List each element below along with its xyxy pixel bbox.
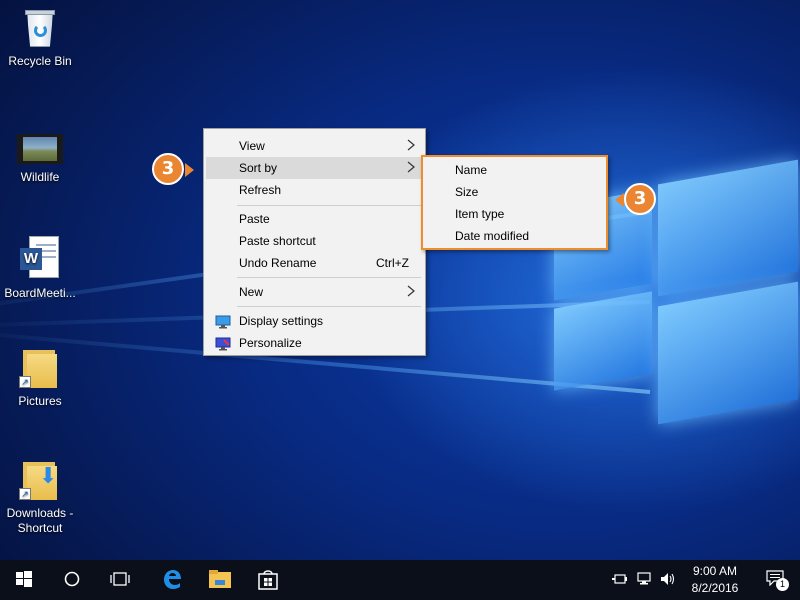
menu-item-paste-shortcut[interactable]: Paste shortcut — [206, 230, 423, 252]
menu-item-label: New — [239, 285, 264, 299]
menu-item-sort-by[interactable]: Sort by — [206, 157, 423, 179]
menu-item-label: Undo Rename — [239, 256, 317, 270]
start-icon — [16, 570, 32, 590]
menu-item-label: Personalize — [239, 336, 302, 350]
menu-separator — [237, 277, 421, 278]
search-button[interactable] — [48, 560, 96, 600]
menu-item-label: Paste shortcut — [239, 234, 316, 248]
step-callout-right: 3 — [614, 183, 658, 217]
desktop-icon-pictures[interactable]: ↗ Pictures — [0, 348, 80, 409]
menu-item-display-settings[interactable]: Display settings — [206, 310, 423, 332]
callout-pointer — [615, 193, 624, 207]
desktop-icon-wildlife[interactable]: Wildlife — [0, 134, 80, 185]
sort-by-submenu: Name Size Item type Date modified — [421, 155, 608, 250]
desktop-icon-label: Shortcut — [17, 521, 63, 535]
file-explorer-icon — [208, 569, 232, 592]
volume-icon[interactable] — [660, 572, 676, 589]
keyboard-shortcut-text: Ctrl+Z — [376, 256, 409, 270]
menu-item-refresh[interactable]: Refresh — [206, 179, 423, 201]
desktop-icon-label: Wildlife — [20, 170, 60, 184]
network-icon[interactable] — [636, 571, 652, 589]
folder-shortcut-icon: ↗ — [19, 348, 61, 388]
shortcut-arrow-icon: ↗ — [19, 376, 31, 388]
desktop-icon-label: BoardMeeti... — [4, 286, 76, 300]
submenu-item-date-modified[interactable]: Date modified — [455, 225, 529, 247]
menu-item-paste[interactable]: Paste — [206, 208, 423, 230]
notification-icon: 1 — [766, 570, 789, 591]
task-view-icon — [110, 571, 130, 590]
task-view-button[interactable] — [96, 560, 144, 600]
video-file-icon — [17, 134, 63, 164]
step-number-badge: 3 — [152, 153, 184, 185]
menu-separator — [237, 205, 421, 206]
word-document-icon: W — [20, 236, 60, 280]
menu-separator — [237, 306, 421, 307]
search-circle-icon — [64, 571, 80, 590]
power-plug-icon[interactable] — [612, 573, 628, 588]
submenu-item-name[interactable]: Name — [455, 159, 487, 181]
downloads-shortcut-icon: ⬇ ↗ — [19, 460, 61, 500]
submenu-item-size[interactable]: Size — [455, 181, 478, 203]
display-monitor-icon — [215, 314, 231, 329]
menu-item-new[interactable]: New — [206, 281, 423, 303]
taskbar: 9:00 AM 8/2/2016 1 — [0, 560, 800, 600]
clock-time: 9:00 AM — [692, 564, 738, 578]
personalize-icon — [215, 336, 231, 351]
shortcut-arrow-icon: ↗ — [19, 488, 31, 500]
callout-pointer — [185, 163, 194, 177]
submenu-item-item-type[interactable]: Item type — [455, 203, 504, 225]
menu-item-label: View — [239, 139, 265, 153]
taskbar-clock[interactable]: 9:00 AM 8/2/2016 — [686, 563, 744, 597]
store-button[interactable] — [244, 560, 292, 600]
desktop-icon-recycle-bin[interactable]: Recycle Bin — [0, 8, 80, 69]
store-icon — [258, 568, 278, 593]
system-tray — [612, 560, 676, 600]
start-button[interactable] — [0, 560, 48, 600]
desktop-context-menu: View Sort by Refresh Paste Paste shortcu… — [203, 128, 426, 356]
menu-item-label: Sort by — [239, 161, 278, 175]
menu-item-label: Paste — [239, 212, 270, 226]
step-callout-left: 3 — [152, 153, 196, 187]
clock-date: 8/2/2016 — [691, 581, 739, 595]
menu-item-undo-rename[interactable]: Undo Rename Ctrl+Z — [206, 252, 423, 274]
desktop-icon-boardmeeting[interactable]: W BoardMeeti... — [0, 236, 80, 301]
chevron-right-icon — [407, 157, 415, 179]
action-center-button[interactable]: 1 — [752, 560, 800, 600]
chevron-right-icon — [407, 135, 415, 157]
download-arrow-icon: ⬇ — [39, 463, 58, 488]
desktop-icon-label: Downloads - — [6, 506, 74, 520]
file-explorer-button[interactable] — [196, 560, 244, 600]
desktop-icon-label: Recycle Bin — [8, 54, 72, 68]
notification-count-badge: 1 — [776, 578, 789, 591]
edge-icon — [161, 568, 183, 593]
desktop-icon-downloads-shortcut[interactable]: ⬇ ↗ Downloads - Shortcut — [0, 460, 80, 536]
edge-browser-button[interactable] — [148, 560, 196, 600]
menu-item-view[interactable]: View — [206, 135, 423, 157]
chevron-right-icon — [407, 281, 415, 303]
menu-item-label: Refresh — [239, 183, 282, 197]
desktop-icon-label: Pictures — [18, 394, 62, 408]
recycle-bin-icon — [23, 8, 57, 48]
step-number-badge: 3 — [624, 183, 656, 215]
menu-item-label: Display settings — [239, 314, 324, 328]
menu-item-personalize[interactable]: Personalize — [206, 332, 423, 354]
